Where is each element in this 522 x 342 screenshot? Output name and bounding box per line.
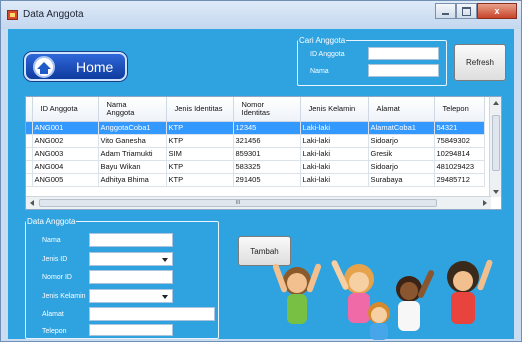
alamat-input[interactable] [89,307,215,321]
column-header[interactable]: ID Anggota [32,97,99,122]
cell-id[interactable]: ANG005 [32,173,99,187]
close-button[interactable]: x [477,3,517,19]
table-row[interactable]: ANG001 AnggotaCoba1 KTP 12345 Laki-laki … [26,121,485,135]
jenis-id-select[interactable] [89,252,173,266]
cell-telepon[interactable]: 10294814 [434,147,485,161]
title-bar: Data Anggota x [1,1,521,29]
cell-alamat[interactable]: Surabaya [368,173,435,187]
cell-jenis-identitas[interactable]: KTP [166,160,234,174]
cell-nomor[interactable]: 291405 [233,173,301,187]
scroll-right-icon[interactable] [483,200,487,206]
window-controls: x [435,3,517,19]
cell-nama[interactable]: Adam Triamukti [98,147,167,161]
scroll-up-icon[interactable] [493,101,499,105]
cell-nama[interactable]: Vito Ganesha [98,134,167,148]
cell-id[interactable]: ANG004 [32,160,99,174]
cell-nomor[interactable]: 583325 [233,160,301,174]
nama-input[interactable] [89,233,173,247]
cell-alamat[interactable]: Sidoarjo [368,160,435,174]
table-row[interactable]: ANG004 Bayu Wikan KTP 583325 Laki-laki S… [26,160,485,174]
jenis-kelamin-select[interactable] [89,289,173,303]
refresh-button[interactable]: Refresh [454,44,506,81]
window-title: Data Anggota [23,9,84,20]
nomor-id-label: Nomor ID [42,274,72,281]
cell-kelamin[interactable]: Laki-laki [300,134,369,148]
column-header[interactable]: Alamat [368,97,435,122]
cell-kelamin[interactable]: Laki-laki [300,173,369,187]
cell-nomor[interactable]: 12345 [233,121,301,135]
cell-telepon[interactable]: 29485712 [434,173,485,187]
cell-telepon[interactable]: 54321 [434,121,485,135]
cell-nama[interactable]: Bayu Wikan [98,160,167,174]
cell-jenis-identitas[interactable]: KTP [166,121,234,135]
cell-alamat[interactable]: Gresik [368,147,435,161]
vertical-scroll-thumb[interactable] [492,115,500,171]
home-button-label: Home [76,59,114,75]
table-row[interactable]: ANG002 Vito Ganesha KTP 321456 Laki-laki… [26,134,485,148]
alamat-label: Alamat [42,311,64,318]
column-header[interactable]: Nama Anggota [98,97,167,122]
cell-nama[interactable]: Adhitya Bhima [98,173,167,187]
search-legend: Cari Anggota [299,36,346,45]
cell-nomor[interactable]: 859301 [233,147,301,161]
cell-alamat[interactable]: AlamatCoba1 [368,121,435,135]
nama-label: Nama [42,237,61,244]
search-name-input[interactable] [368,64,439,77]
table-row[interactable]: ANG003 Adam Triamukti SIM 859301 Laki-la… [26,147,485,161]
search-id-input[interactable] [368,47,439,60]
telepon-input[interactable] [89,324,173,336]
table-header-row: ID Anggota Nama Anggota Jenis Identitas … [26,97,485,122]
telepon-label: Telepon [42,328,67,335]
app-icon [7,10,18,20]
search-id-label: ID Anggota [310,51,345,58]
home-icon [33,56,55,78]
cell-telepon[interactable]: 75849302 [434,134,485,148]
cell-kelamin[interactable]: Laki-laki [300,147,369,161]
members-grid: ID Anggota Nama Anggota Jenis Identitas … [25,96,502,210]
cell-kelamin[interactable]: Laki-laki [300,160,369,174]
close-icon: x [494,6,500,16]
cell-kelamin[interactable]: Laki-laki [300,121,369,135]
column-header[interactable]: Jenis Identitas [166,97,234,122]
column-header[interactable]: Nomor Identitas [233,97,301,122]
cell-alamat[interactable]: Sidoarjo [368,134,435,148]
column-header[interactable]: Jenis Kelamin [300,97,369,122]
cell-nomor[interactable]: 321456 [233,134,301,148]
kids-illustration [272,259,493,340]
cell-id[interactable]: ANG001 [32,121,99,135]
cell-jenis-identitas[interactable]: KTP [166,134,234,148]
column-header[interactable]: Telepon [434,97,485,122]
search-group: Cari Anggota [297,36,447,86]
cell-telepon[interactable]: 481029423 [434,160,485,174]
horizontal-scrollbar[interactable]: III [26,196,491,209]
horizontal-scroll-thumb[interactable]: III [39,199,437,207]
members-table: ID Anggota Nama Anggota Jenis Identitas … [26,97,485,187]
cell-id[interactable]: ANG002 [32,134,99,148]
vertical-scrollbar[interactable] [489,97,501,197]
minimize-button[interactable] [435,3,456,19]
home-button[interactable]: Home [24,52,127,81]
scroll-left-icon[interactable] [30,200,34,206]
nomor-id-input[interactable] [89,270,173,284]
cell-nama[interactable]: AnggotaCoba1 [98,121,167,135]
cell-id[interactable]: ANG003 [32,147,99,161]
scroll-down-icon[interactable] [493,190,499,194]
search-name-label: Nama [310,68,329,75]
member-form-legend: Data Anggota [27,217,76,226]
jenis-id-label: Jenis ID [42,256,68,263]
jenis-kelamin-label: Jenis Kelamin [42,293,86,300]
maximize-button[interactable] [456,3,477,19]
cell-jenis-identitas[interactable]: SIM [166,147,234,161]
main-window: Data Anggota x Home Cari Anggota ID Angg… [0,0,522,342]
cell-jenis-identitas[interactable]: KTP [166,173,234,187]
table-row[interactable]: ANG005 Adhitya Bhima KTP 291405 Laki-lak… [26,173,485,187]
